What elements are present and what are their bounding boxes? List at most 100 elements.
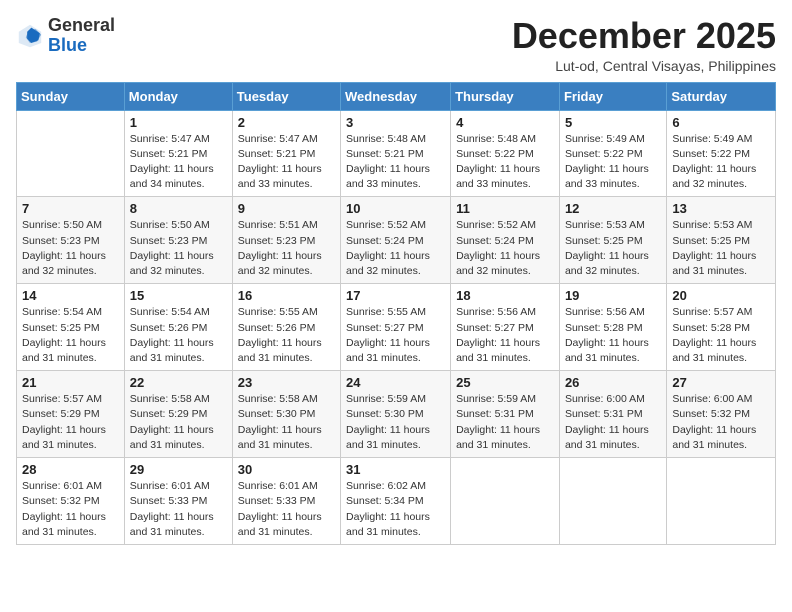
calendar-cell: [451, 458, 560, 545]
week-row-2: 7 Sunrise: 5:50 AM Sunset: 5:23 PM Daylig…: [17, 197, 776, 284]
calendar-cell: 28Sunrise: 6:01 AM Sunset: 5:32 PM Dayli…: [17, 458, 125, 545]
calendar-cell: 17 Sunrise: 5:55 AM Sunset: 5:27 PM Dayli…: [341, 284, 451, 371]
weekday-header-wednesday: Wednesday: [341, 82, 451, 110]
calendar-cell: 15 Sunrise: 5:54 AM Sunset: 5:26 PM Dayli…: [124, 284, 232, 371]
day-info: Sunrise: 5:57 AM Sunset: 5:29 PM Dayligh…: [22, 392, 119, 453]
calendar-cell: [17, 110, 125, 197]
day-number: 31: [346, 462, 445, 477]
day-info: Sunrise: 6:00 AM Sunset: 5:32 PM Dayligh…: [672, 392, 770, 453]
day-info: Sunrise: 5:50 AM Sunset: 5:23 PM Dayligh…: [130, 218, 227, 279]
calendar-cell: 16Sunrise: 5:55 AM Sunset: 5:26 PM Dayli…: [232, 284, 340, 371]
day-number: 22: [130, 375, 227, 390]
calendar-cell: 25 Sunrise: 5:59 AM Sunset: 5:31 PM Dayli…: [451, 371, 560, 458]
day-info: Sunrise: 5:48 AM Sunset: 5:21 PM Dayligh…: [346, 132, 445, 193]
logo: General Blue: [16, 16, 115, 56]
day-info: Sunrise: 5:59 AM Sunset: 5:31 PM Dayligh…: [456, 392, 554, 453]
day-info: Sunrise: 5:50 AM Sunset: 5:23 PM Dayligh…: [22, 218, 119, 279]
day-number: 12: [565, 201, 661, 216]
day-number: 24: [346, 375, 445, 390]
day-number: 5: [565, 115, 661, 130]
day-number: 26: [565, 375, 661, 390]
calendar-cell: 13Sunrise: 5:53 AM Sunset: 5:25 PM Dayli…: [667, 197, 776, 284]
calendar-cell: 11 Sunrise: 5:52 AM Sunset: 5:24 PM Dayli…: [451, 197, 560, 284]
logo-icon: [16, 22, 44, 50]
day-info: Sunrise: 5:56 AM Sunset: 5:27 PM Dayligh…: [456, 305, 554, 366]
page-header: General Blue December 2025 Lut-od, Centr…: [16, 16, 776, 74]
day-number: 4: [456, 115, 554, 130]
day-number: 19: [565, 288, 661, 303]
calendar-cell: 1Sunrise: 5:47 AM Sunset: 5:21 PM Daylig…: [124, 110, 232, 197]
day-info: Sunrise: 5:52 AM Sunset: 5:24 PM Dayligh…: [456, 218, 554, 279]
day-number: 20: [672, 288, 770, 303]
day-number: 29: [130, 462, 227, 477]
weekday-header-saturday: Saturday: [667, 82, 776, 110]
day-number: 11: [456, 201, 554, 216]
day-number: 23: [238, 375, 335, 390]
month-title: December 2025: [512, 16, 776, 56]
day-info: Sunrise: 5:55 AM Sunset: 5:26 PM Dayligh…: [238, 305, 335, 366]
logo-text: General Blue: [48, 16, 115, 56]
calendar-cell: 3 Sunrise: 5:48 AM Sunset: 5:21 PM Daylig…: [341, 110, 451, 197]
day-info: Sunrise: 5:59 AM Sunset: 5:30 PM Dayligh…: [346, 392, 445, 453]
day-number: 6: [672, 115, 770, 130]
weekday-header-friday: Friday: [559, 82, 666, 110]
day-info: Sunrise: 5:47 AM Sunset: 5:21 PM Dayligh…: [130, 132, 227, 193]
day-info: Sunrise: 5:53 AM Sunset: 5:25 PM Dayligh…: [565, 218, 661, 279]
day-info: Sunrise: 5:57 AM Sunset: 5:28 PM Dayligh…: [672, 305, 770, 366]
day-info: Sunrise: 5:47 AM Sunset: 5:21 PM Dayligh…: [238, 132, 335, 193]
day-info: Sunrise: 6:01 AM Sunset: 5:33 PM Dayligh…: [130, 479, 227, 540]
title-block: December 2025 Lut-od, Central Visayas, P…: [512, 16, 776, 74]
day-info: Sunrise: 5:51 AM Sunset: 5:23 PM Dayligh…: [238, 218, 335, 279]
week-row-4: 21 Sunrise: 5:57 AM Sunset: 5:29 PM Dayli…: [17, 371, 776, 458]
day-info: Sunrise: 5:58 AM Sunset: 5:30 PM Dayligh…: [238, 392, 335, 453]
calendar-cell: 2Sunrise: 5:47 AM Sunset: 5:21 PM Daylig…: [232, 110, 340, 197]
day-number: 25: [456, 375, 554, 390]
day-info: Sunrise: 6:01 AM Sunset: 5:32 PM Dayligh…: [22, 479, 119, 540]
day-info: Sunrise: 5:52 AM Sunset: 5:24 PM Dayligh…: [346, 218, 445, 279]
location: Lut-od, Central Visayas, Philippines: [512, 58, 776, 74]
day-info: Sunrise: 5:49 AM Sunset: 5:22 PM Dayligh…: [565, 132, 661, 193]
calendar-cell: 29 Sunrise: 6:01 AM Sunset: 5:33 PM Dayli…: [124, 458, 232, 545]
calendar-cell: 24 Sunrise: 5:59 AM Sunset: 5:30 PM Dayli…: [341, 371, 451, 458]
calendar-cell: 30Sunrise: 6:01 AM Sunset: 5:33 PM Dayli…: [232, 458, 340, 545]
weekday-header-row: SundayMondayTuesdayWednesdayThursdayFrid…: [17, 82, 776, 110]
calendar-cell: 12 Sunrise: 5:53 AM Sunset: 5:25 PM Dayli…: [559, 197, 666, 284]
day-info: Sunrise: 5:48 AM Sunset: 5:22 PM Dayligh…: [456, 132, 554, 193]
calendar-cell: 22Sunrise: 5:58 AM Sunset: 5:29 PM Dayli…: [124, 371, 232, 458]
day-number: 21: [22, 375, 119, 390]
calendar-cell: 7 Sunrise: 5:50 AM Sunset: 5:23 PM Daylig…: [17, 197, 125, 284]
day-number: 18: [456, 288, 554, 303]
weekday-header-tuesday: Tuesday: [232, 82, 340, 110]
day-number: 15: [130, 288, 227, 303]
calendar-cell: 23 Sunrise: 5:58 AM Sunset: 5:30 PM Dayli…: [232, 371, 340, 458]
calendar-cell: [559, 458, 666, 545]
day-number: 8: [130, 201, 227, 216]
calendar-cell: 26 Sunrise: 6:00 AM Sunset: 5:31 PM Dayli…: [559, 371, 666, 458]
calendar: SundayMondayTuesdayWednesdayThursdayFrid…: [16, 82, 776, 545]
calendar-cell: 14 Sunrise: 5:54 AM Sunset: 5:25 PM Dayli…: [17, 284, 125, 371]
day-number: 17: [346, 288, 445, 303]
day-number: 30: [238, 462, 335, 477]
weekday-header-sunday: Sunday: [17, 82, 125, 110]
calendar-cell: 21 Sunrise: 5:57 AM Sunset: 5:29 PM Dayli…: [17, 371, 125, 458]
day-info: Sunrise: 5:55 AM Sunset: 5:27 PM Dayligh…: [346, 305, 445, 366]
calendar-cell: 9Sunrise: 5:51 AM Sunset: 5:23 PM Daylig…: [232, 197, 340, 284]
week-row-5: 28Sunrise: 6:01 AM Sunset: 5:32 PM Dayli…: [17, 458, 776, 545]
week-row-3: 14 Sunrise: 5:54 AM Sunset: 5:25 PM Dayli…: [17, 284, 776, 371]
calendar-cell: 5 Sunrise: 5:49 AM Sunset: 5:22 PM Daylig…: [559, 110, 666, 197]
day-info: Sunrise: 5:56 AM Sunset: 5:28 PM Dayligh…: [565, 305, 661, 366]
day-info: Sunrise: 6:02 AM Sunset: 5:34 PM Dayligh…: [346, 479, 445, 540]
day-info: Sunrise: 5:49 AM Sunset: 5:22 PM Dayligh…: [672, 132, 770, 193]
day-info: Sunrise: 6:00 AM Sunset: 5:31 PM Dayligh…: [565, 392, 661, 453]
day-number: 3: [346, 115, 445, 130]
day-info: Sunrise: 5:54 AM Sunset: 5:25 PM Dayligh…: [22, 305, 119, 366]
calendar-cell: 8 Sunrise: 5:50 AM Sunset: 5:23 PM Daylig…: [124, 197, 232, 284]
calendar-cell: 10Sunrise: 5:52 AM Sunset: 5:24 PM Dayli…: [341, 197, 451, 284]
day-number: 7: [22, 201, 119, 216]
logo-blue: Blue: [48, 35, 87, 55]
day-number: 13: [672, 201, 770, 216]
calendar-cell: 18 Sunrise: 5:56 AM Sunset: 5:27 PM Dayli…: [451, 284, 560, 371]
day-number: 14: [22, 288, 119, 303]
day-info: Sunrise: 5:54 AM Sunset: 5:26 PM Dayligh…: [130, 305, 227, 366]
logo-general: General: [48, 15, 115, 35]
